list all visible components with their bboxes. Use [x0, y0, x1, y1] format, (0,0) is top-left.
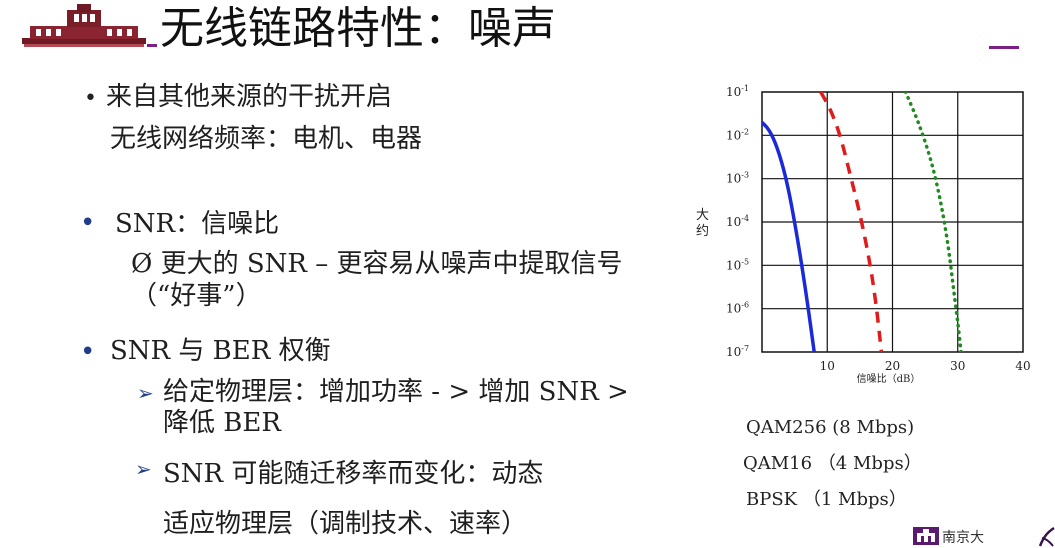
y-tick-label: 10-4: [726, 214, 749, 229]
legend-qam256: QAM256 (8 Mbps): [746, 417, 915, 438]
footer-university-name: 南京大: [942, 530, 984, 546]
bullet-marker: •: [80, 337, 96, 367]
ber-vs-snr-chart: 10-110-210-310-410-510-610-7 10 20 30 40 大 …: [696, 84, 1031, 385]
y-tick-label: 10-2: [726, 127, 749, 142]
sub-text-increase-power: 给定物理层：增加功率 - > 增加 SNR >: [163, 377, 629, 407]
y-tick-labels: 10-1 10-2 10-3 10-4 10-5 10-6 10-7: [726, 84, 749, 359]
decorative-corner-emblem: [1038, 526, 1055, 547]
bullet-text-snr: SNR：信噪比: [115, 209, 280, 239]
y-tick-label: 10-1: [726, 84, 749, 99]
y-tick-label: 10-6: [726, 301, 749, 316]
bullet-marker: •: [84, 86, 97, 111]
slide-title: 无线链路特性：噪声: [160, 3, 556, 54]
series-line-0: [762, 121, 816, 352]
bullet-text-interference: 来自其他来源的干扰开启: [106, 82, 393, 112]
bullet-marker: •: [80, 208, 96, 238]
sub-text-adaptive-phy: 适应物理层（调制技术、速率）: [163, 509, 528, 539]
x-tick-label: 20: [885, 359, 900, 373]
bullet-text-snr-ber-tradeoff: SNR 与 BER 权衡: [110, 336, 331, 366]
y-tick-label: 10-5: [726, 257, 749, 272]
x-tick-label: 40: [1015, 359, 1030, 373]
university-building-logo: [22, 4, 146, 47]
chart-grid: [761, 91, 1024, 353]
corner-accent-bar: [989, 46, 1019, 49]
x-tick-label: 10: [820, 359, 835, 373]
x-tick-labels: 10 20 30 40: [820, 359, 1031, 373]
arrow-bullet-icon: ➢: [135, 457, 152, 481]
x-tick-label: 30: [950, 359, 965, 373]
y-tick-label: 10-7: [726, 344, 749, 359]
y-tick-label: 10-3: [726, 171, 749, 186]
sub-text-wireless-frequencies: 无线网络频率：电机、电器: [110, 124, 423, 154]
university-seal-icon: [913, 527, 939, 545]
title-accent-bar: [147, 44, 157, 47]
legend-bpsk: BPSK （1 Mbps）: [746, 489, 907, 510]
sub-text-lower-ber: 降低 BER: [163, 408, 281, 438]
y-axis-label-bottom: 约: [696, 224, 709, 239]
legend-qam16: QAM16 （4 Mbps）: [743, 453, 922, 474]
sub-text-larger-snr: Ø 更大的 SNR – 更容易从噪声中提取信号: [131, 249, 623, 279]
arrow-bullet-icon: ➢: [137, 381, 154, 405]
x-axis-label: 信噪比（dB）: [857, 373, 921, 385]
sub-text-snr-mobility: SNR 可能随迁移率而变化：动态: [163, 459, 544, 489]
y-axis-label-top: 大: [696, 208, 709, 223]
sub-text-good-thing: （“好事”）: [131, 281, 262, 311]
